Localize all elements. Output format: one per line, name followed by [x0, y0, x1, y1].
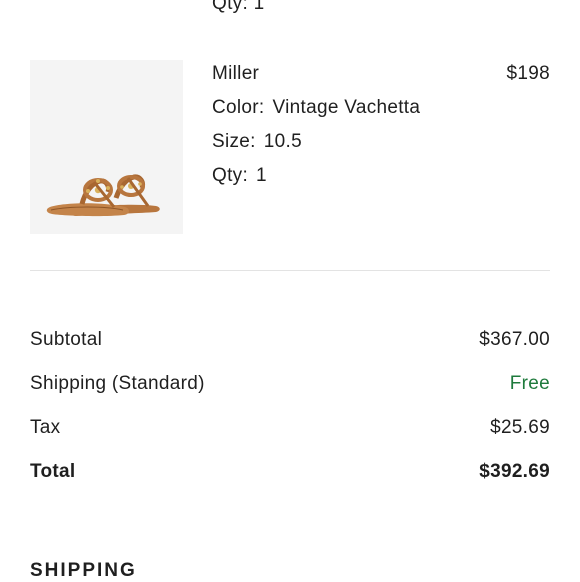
summary-row-shipping: Shipping (Standard) Free — [30, 362, 550, 406]
product-size-value: 10.5 — [263, 131, 302, 152]
product-size-label: Size: — [212, 131, 256, 152]
previous-item-qty-value: 1 — [253, 0, 265, 14]
shipping-section-title: SHIPPING — [30, 560, 137, 581]
product-size: Size: 10.5 — [212, 125, 420, 159]
shipping-value: Free — [509, 373, 550, 394]
product-image[interactable] — [30, 60, 183, 234]
previous-item-qty-label: Qty: — [212, 0, 249, 14]
subtotal-value: $367.00 — [479, 329, 550, 350]
product-color-label: Color: — [212, 97, 265, 118]
divider — [30, 270, 550, 271]
product-color: Color: Vintage Vachetta — [212, 91, 420, 125]
tax-label: Tax — [30, 417, 61, 438]
product-qty-value: 1 — [256, 165, 267, 186]
tax-value: $25.69 — [490, 417, 550, 438]
subtotal-label: Subtotal — [30, 329, 103, 350]
summary-row-subtotal: Subtotal $367.00 — [30, 318, 550, 362]
summary-row-tax: Tax $25.69 — [30, 406, 550, 450]
previous-item-qty: Qty: 1 — [212, 0, 265, 15]
product-name[interactable]: Miller — [212, 57, 420, 91]
total-value: $392.69 — [479, 461, 550, 482]
shipping-label: Shipping (Standard) — [30, 373, 205, 394]
summary-row-total: Total $392.69 — [30, 450, 550, 494]
product-details: Miller Color: Vintage Vachetta Size: 10.5 … — [212, 57, 420, 193]
cart-line-item: Miller Color: Vintage Vachetta Size: 10.5 … — [30, 60, 550, 234]
order-summary: Subtotal $367.00 Shipping (Standard) Fre… — [30, 318, 550, 494]
product-qty-label: Qty: — [212, 165, 249, 186]
product-color-value: Vintage Vachetta — [272, 97, 421, 118]
product-price: $198 — [506, 63, 550, 84]
product-qty: Qty: 1 — [212, 159, 420, 193]
total-label: Total — [30, 461, 76, 482]
sandal-icon — [46, 174, 160, 217]
